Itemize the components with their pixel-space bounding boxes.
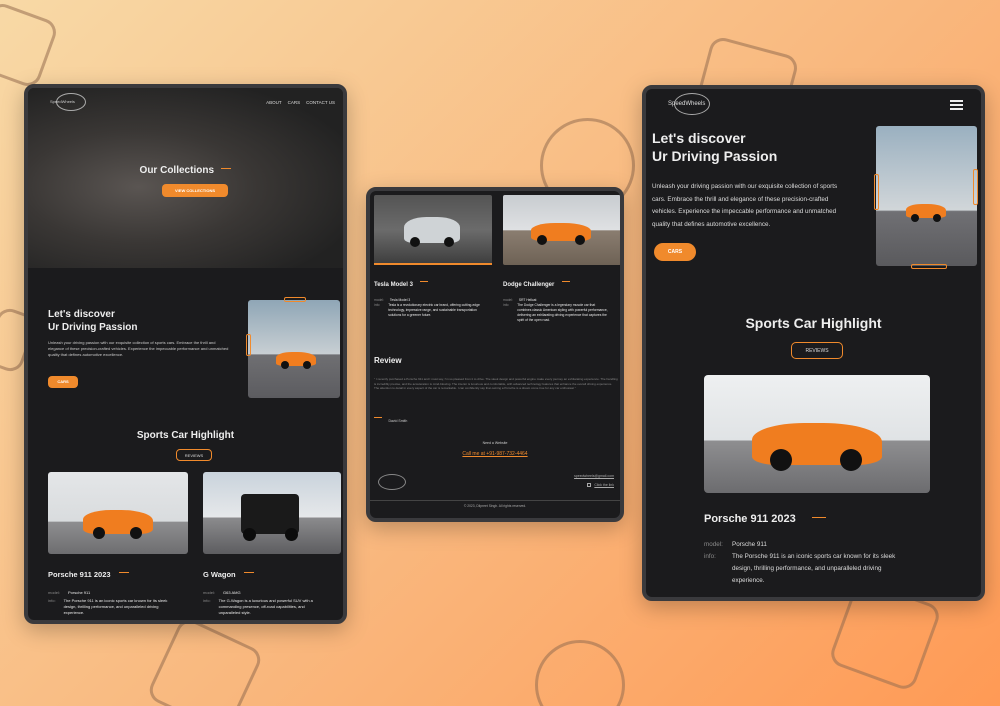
discover-title: Let's discover Ur Driving Passion [652,130,778,164]
info-label: info: [48,598,56,603]
discover-text: Unleash your driving passion with our ex… [652,183,838,228]
model-label: model: [704,541,723,548]
porsche-image [704,375,930,493]
footer-link[interactable]: Click the link [594,483,614,487]
decor-rounded-square [145,615,265,706]
cars-button[interactable]: CARS [654,243,696,261]
hero-section: SpeedWheels ABOUT CARS CONTACT US Our Co… [28,88,343,268]
mobile-mockup: SpeedWheels Let's discover Ur Driving Pa… [642,85,985,601]
model-label: model: [48,590,61,595]
car-name: Porsche 911 2023 [704,513,796,525]
footer-need-website: Need a Website [482,441,508,445]
info-value: Tesla is a revolutionary electric car br… [388,303,480,317]
car-name: Porsche 911 2023 [48,570,111,579]
dodge-image [503,195,620,265]
highlight-title: Sports Car Highlight [745,315,882,331]
copyright: © 2023, Dilpreet Singh. All rights reser… [463,504,527,508]
desktop-mockup: SpeedWheels ABOUT CARS CONTACT US Our Co… [24,84,347,624]
review-text: " I recently purchased a Porsche 911 and… [374,377,618,390]
nav-contact[interactable]: CONTACT US [306,100,335,105]
cars-button[interactable]: CARS [48,376,78,388]
reviews-button[interactable]: REVIEWS [176,449,212,461]
car-card-tesla: Tesla Model 3 model: Tesla Model 3 info: T… [374,273,492,318]
tablet-mockup: Tesla Model 3 model: Tesla Model 3 info: T… [366,187,624,522]
info-value: The G-Wagon is a luxurious and powerful … [218,598,313,615]
tesla-image [374,195,492,265]
model-label: model: [203,590,216,595]
info-value: The Porsche 911 is an iconic sports car … [63,598,168,615]
car-card-dodge: Dodge Challenger model: SRT Hellcat info:… [503,273,620,323]
calendar-icon [587,483,592,488]
review-title: Review [374,356,402,365]
info-value: The Porsche 911 is an iconic sports car … [732,553,896,584]
decor-rounded-square [0,0,60,90]
footer-call-link[interactable]: Call me at +91-987-732-4464 [370,451,620,457]
info-value: The Dodge Challenger is a legendary musc… [517,303,608,322]
hero-title: Our Collections [139,165,214,176]
view-collections-button[interactable]: VIEW COLLECTIONS [162,184,228,197]
info-label: info: [374,303,381,307]
info-label: info: [704,553,716,560]
model-value: G63 AMG [223,590,241,595]
info-label: info: [203,598,211,603]
discover-car-image [876,126,977,266]
car-name: G Wagon [203,570,236,579]
logo-text: SpeedWheels [668,101,706,107]
info-label: info: [503,303,510,307]
porsche-image [48,472,188,554]
hamburger-menu-icon[interactable] [950,100,963,110]
model-value: Porsche 911 [68,590,91,595]
car-name: Tesla Model 3 [374,282,413,288]
car-name: Dodge Challenger [503,282,555,288]
nav-about[interactable]: ABOUT [266,100,282,105]
footer-email[interactable]: speedwheels@gmail.com [574,474,614,478]
decor-circle [535,640,625,706]
highlight-title: Sports Car Highlight [136,430,235,441]
gwagon-image [203,472,341,554]
nav-cars[interactable]: CARS [288,100,301,105]
reviews-button[interactable]: REVIEWS [791,342,843,359]
discover-title: Let's discover Ur Driving Passion [48,309,138,333]
discover-text: Unleash your driving passion with our ex… [48,340,229,357]
reviewer-name: David Smith [388,419,408,423]
car-card-gwagon: G Wagon model: G63 AMG info: The G-Wagon i… [203,472,341,616]
discover-car-image [248,300,340,398]
footer-logo[interactable] [378,474,406,490]
top-nav: ABOUT CARS CONTACT US [266,100,335,105]
footer: Need a Website Call me at +91-987-732-44… [370,431,620,511]
model-value: Porsche 911 [732,541,767,548]
logo-text: SpeedWheels [50,99,75,104]
car-card-porsche: Porsche 911 2023 model: Porsche 911 info:… [48,472,188,616]
